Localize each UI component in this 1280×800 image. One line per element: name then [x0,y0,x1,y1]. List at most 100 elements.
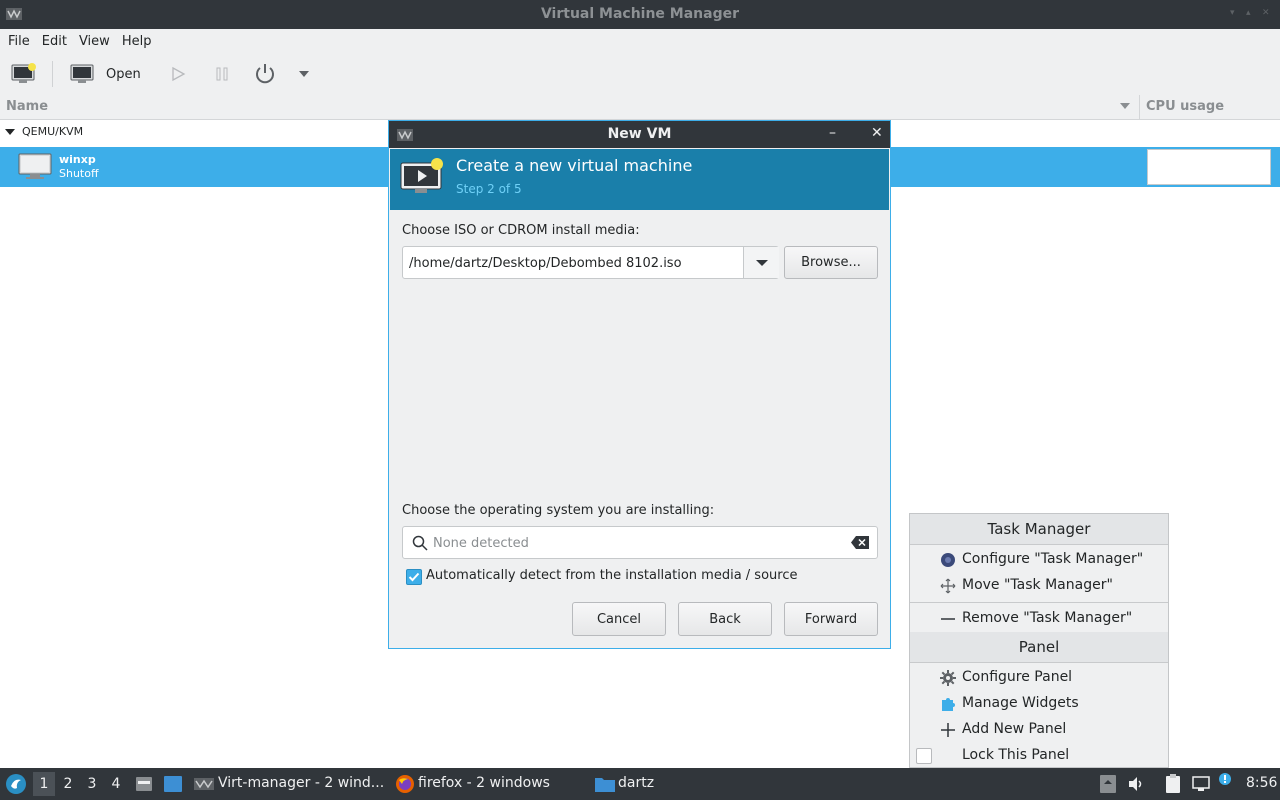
task-firefox[interactable]: firefox - 2 windows [394,768,584,800]
task-label: Virt-manager - 2 wind... [218,775,385,791]
menu-item-manage-widgets[interactable]: Manage Widgets [910,691,1168,717]
column-name-header[interactable]: Name [6,99,48,114]
lock-panel-checkbox[interactable] [916,748,932,764]
iso-label: Choose ISO or CDROM install media: [402,223,640,238]
taskbar: 1 2 3 4 Virt-manager - 2 wind... firefox… [0,768,1280,800]
main-titlebar[interactable]: Virtual Machine Manager ▾ ▴ ✕ [0,0,1280,29]
vm-state: Shutoff [59,167,99,180]
shutdown-button[interactable] [253,61,277,87]
os-search-field[interactable] [402,526,878,559]
toolbar-separator [52,61,53,87]
network-icon[interactable] [1192,775,1210,793]
menu-item-label: Lock This Panel [962,747,1070,763]
menu-divider [910,602,1168,603]
checkmark-icon [408,572,420,582]
open-button[interactable]: Open [70,61,141,87]
menu-item-label: Remove "Task Manager" [962,610,1133,626]
clear-text-icon[interactable] [851,536,869,549]
chevron-down-icon [756,260,768,266]
browse-button[interactable]: Browse... [784,246,878,279]
new-vm-button[interactable] [10,61,38,87]
menu-edit[interactable]: Edit [36,34,73,49]
new-vm-icon [11,63,36,83]
task-dartz[interactable]: dartz [594,768,714,800]
menu-item-configure-task-manager[interactable]: Configure "Task Manager" [910,547,1168,573]
minimize-icon[interactable]: ▾ [1230,9,1238,18]
iso-dropdown-button[interactable] [743,247,779,278]
menu-item-label: Configure "Task Manager" [962,551,1144,567]
clock[interactable]: 8:56 [1246,775,1277,791]
shutdown-menu-button[interactable] [298,61,310,87]
notification-icon[interactable] [1218,772,1232,786]
expander-icon[interactable] [5,129,15,135]
menu-item-label: Add New Panel [962,721,1067,737]
menu-item-move-task-manager[interactable]: Move "Task Manager" [910,573,1168,599]
desktop-4[interactable]: 4 [105,772,127,796]
os-search-input[interactable] [433,533,833,553]
dialog-banner: Create a new virtual machine Step 2 of 5 [390,149,889,210]
minimize-icon[interactable]: – [829,125,836,141]
clipboard-icon[interactable] [1164,774,1182,794]
show-desktop-icon[interactable] [163,775,183,793]
close-icon[interactable]: ✕ [871,125,883,141]
power-icon [256,64,274,84]
iso-path-input[interactable] [409,253,739,273]
cancel-button[interactable]: Cancel [572,602,666,636]
panel-context-menu: Task Manager Configure "Task Manager" Mo… [909,513,1169,768]
menu-file[interactable]: File [2,34,36,49]
task-virt-manager[interactable]: Virt-manager - 2 wind... [192,768,388,800]
autodetect-checkbox[interactable] [406,569,422,585]
cpu-usage-graph [1147,149,1271,185]
file-manager-icon[interactable] [135,775,153,793]
iso-path-combo[interactable] [402,246,779,279]
close-icon[interactable]: ✕ [1262,9,1270,18]
maximize-icon[interactable]: ▴ [1246,9,1254,18]
move-icon [940,578,956,594]
menu-item-add-panel[interactable]: Add New Panel [910,717,1168,743]
dialog-titlebar[interactable]: New VM – ✕ [389,121,890,148]
search-icon [412,535,428,551]
connection-label: QEMU/KVM [22,125,84,138]
folder-icon [595,778,615,792]
desktop-3[interactable]: 3 [81,772,103,796]
open-label: Open [106,66,141,82]
firefox-icon [396,775,414,793]
dialog-title: New VM [607,126,672,142]
menu-view[interactable]: View [73,34,116,49]
notifications-tray-icon[interactable] [1099,774,1117,794]
gear-icon [940,670,956,686]
desktop-1[interactable]: 1 [33,772,55,796]
pause-button[interactable] [214,61,230,87]
vm-name: winxp [59,153,96,166]
menu-item-remove-task-manager[interactable]: Remove "Task Manager" [910,606,1168,632]
vm-list-header: Name CPU usage [0,95,1280,120]
desktop-2[interactable]: 2 [57,772,79,796]
autodetect-label[interactable]: Automatically detect from the installati… [426,568,797,583]
run-button[interactable] [170,61,186,87]
banner-step: Step 2 of 5 [456,182,522,196]
menubar: File Edit View Help [0,29,1280,53]
app-launcher-icon[interactable] [5,773,27,795]
vm-monitor-icon [18,153,52,179]
menu-item-lock-panel[interactable]: Lock This Panel [910,743,1168,769]
menu-item-label: Move "Task Manager" [962,577,1113,593]
play-icon [172,66,186,82]
column-cpu-header[interactable]: CPU usage [1146,99,1224,114]
sort-arrow-icon[interactable] [1120,103,1130,109]
task-label: firefox - 2 windows [418,775,550,791]
menu-help[interactable]: Help [116,34,158,49]
menu-item-configure-panel[interactable]: Configure Panel [910,665,1168,691]
toolbar: Open [0,53,1280,95]
virt-manager-icon [194,778,214,790]
window-title: Virtual Machine Manager [540,6,740,22]
back-button[interactable]: Back [678,602,772,636]
os-label: Choose the operating system you are inst… [402,503,715,518]
new-vm-icon [400,158,443,193]
pause-icon [216,67,228,81]
volume-icon[interactable] [1127,775,1145,793]
forward-button[interactable]: Forward [784,602,878,636]
menu-item-label: Manage Widgets [962,695,1079,711]
menu-section-panel: Panel [910,632,1168,663]
menu-section-task-manager: Task Manager [910,514,1168,545]
task-label: dartz [618,775,655,791]
